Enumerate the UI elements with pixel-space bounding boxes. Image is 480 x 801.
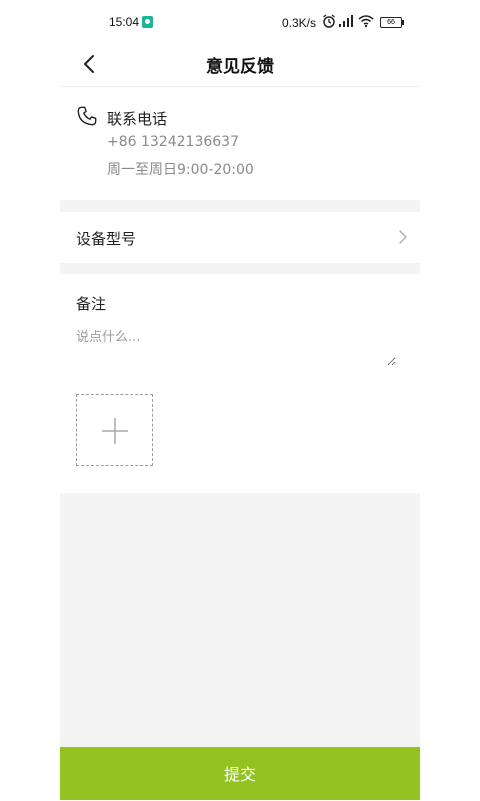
signal-icon [339,15,353,27]
service-hours: 周一至周日9:00-20:00 [107,162,254,178]
note-section: 备注 [60,274,420,493]
network-speed: 0.3K/s [282,16,317,30]
status-time: 15:04 [109,15,140,29]
wifi-icon [358,15,374,28]
device-model-row[interactable]: 设备型号 [60,212,420,263]
contact-section: 联系电话 +86 13242136637 周一至周日9:00-20:00 [60,87,420,200]
section-divider [60,200,420,212]
screen: 15:04 0.3K/s 66 意见反馈 联系电话 +86 1324213663… [60,0,420,800]
section-divider [60,263,420,274]
shield-icon [142,16,153,28]
alarm-icon [323,14,335,28]
page-title: 意见反馈 [206,57,274,77]
note-input[interactable] [76,326,396,366]
contact-phone-number[interactable]: +86 13242136637 [107,134,239,150]
contact-label: 联系电话 [107,110,168,128]
device-model-label: 设备型号 [76,230,137,248]
phone-icon [77,106,97,126]
chevron-right-icon [399,230,407,244]
empty-area [60,493,420,747]
submit-button[interactable]: 提交 [60,747,420,800]
status-bar: 15:04 0.3K/s 66 [60,0,420,44]
plus-icon [102,418,128,444]
note-label: 备注 [76,295,107,313]
header: 意见反馈 [60,44,420,87]
battery-icon: 66 [380,17,404,28]
add-image-button[interactable] [76,394,153,466]
